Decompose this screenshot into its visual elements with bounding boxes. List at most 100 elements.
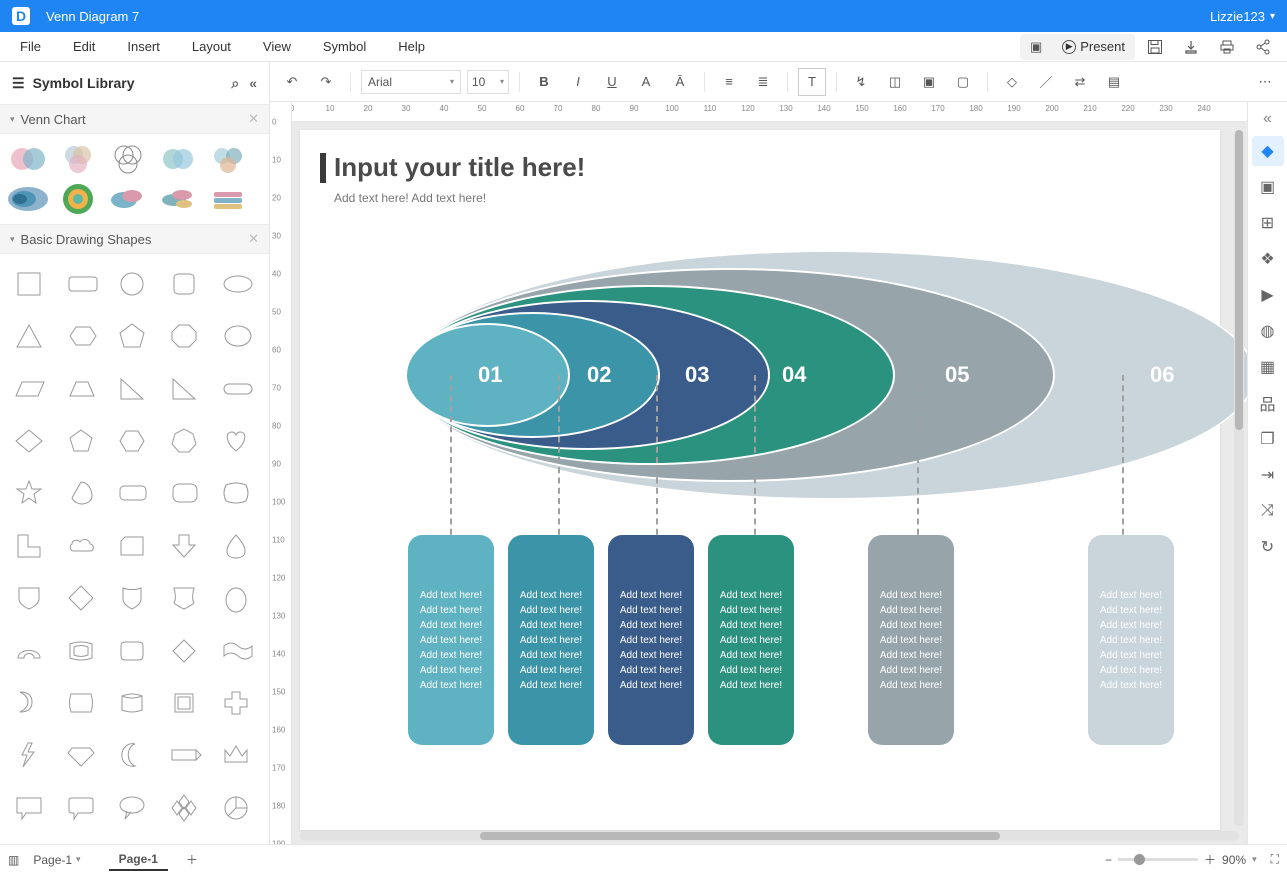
leader-line-2[interactable]	[558, 375, 560, 545]
underline-button[interactable]: U	[598, 68, 626, 96]
shape-crown[interactable]	[213, 733, 263, 777]
close-icon[interactable]: ✕	[248, 111, 259, 127]
zoom-out-button[interactable]: −	[1105, 853, 1112, 867]
send-back-button[interactable]: ▢	[949, 68, 977, 96]
rail-data-button[interactable]: ◍	[1252, 316, 1284, 346]
shape-rounded-box2[interactable]	[161, 471, 211, 515]
shape-trapezoid[interactable]	[58, 367, 108, 411]
shape-hexagon[interactable]	[110, 419, 160, 463]
shape-cloud[interactable]	[58, 524, 108, 568]
page-title[interactable]: Input your title here!	[334, 152, 585, 182]
slideshow-settings-button[interactable]: ▣	[1020, 34, 1052, 60]
menu-help[interactable]: Help	[386, 35, 437, 58]
search-icon[interactable]: ⌕	[231, 75, 239, 92]
shape-gem[interactable]	[58, 733, 108, 777]
shape-shield1[interactable]	[6, 576, 56, 620]
shape-plaque[interactable]	[110, 629, 160, 673]
shape-4diamond[interactable]	[161, 786, 211, 830]
font-size-select[interactable]: 10	[467, 70, 509, 94]
rail-tree-button[interactable]: 品	[1252, 388, 1284, 418]
undo-button[interactable]: ↶	[278, 68, 306, 96]
shape-speech-round[interactable]	[58, 786, 108, 830]
leader-line-6[interactable]	[1122, 375, 1124, 545]
ellipse-num-03[interactable]: 03	[685, 362, 709, 388]
horizontal-scrollbar[interactable]	[300, 831, 1239, 841]
venn-thumb-8[interactable]	[106, 182, 150, 216]
shape-teardrop[interactable]	[213, 524, 263, 568]
section-venn-chart[interactable]: Venn Chart ✕	[0, 104, 269, 134]
fullscreen-button[interactable]: ⛶	[1271, 852, 1279, 867]
shape-oval[interactable]	[213, 314, 263, 358]
ellipse-num-06[interactable]: 06	[1150, 362, 1174, 388]
group-button[interactable]: ▣	[915, 68, 943, 96]
shape-pillow[interactable]	[213, 471, 263, 515]
shape-l-shape[interactable]	[6, 524, 56, 568]
stacked-ellipses[interactable]: 01 02 03 04 05 06	[350, 250, 1190, 500]
export-button[interactable]	[1175, 34, 1207, 60]
venn-thumb-4[interactable]	[156, 142, 200, 176]
leader-line-1[interactable]	[450, 375, 452, 545]
shape-square[interactable]	[6, 262, 56, 306]
rail-layers-button[interactable]: ❖	[1252, 244, 1284, 274]
card-03[interactable]: Add text here! Add text here! Add text h…	[608, 535, 694, 745]
shape-pentagon2[interactable]	[58, 419, 108, 463]
shape-diamond3[interactable]	[161, 629, 211, 673]
rail-arrow-button[interactable]: ⇥	[1252, 460, 1284, 490]
line-spacing-button[interactable]: ≣	[749, 68, 777, 96]
card-04[interactable]: Add text here! Add text here! Add text h…	[708, 535, 794, 745]
venn-thumb-1[interactable]	[6, 142, 50, 176]
shape-hexagon-wide[interactable]	[58, 314, 108, 358]
collapse-rail-icon[interactable]: «	[1248, 108, 1287, 130]
venn-thumb-3[interactable]	[106, 142, 150, 176]
ellipse-num-05[interactable]: 05	[945, 362, 969, 388]
align-button[interactable]: ≡	[715, 68, 743, 96]
more-button[interactable]: ⋯	[1251, 68, 1279, 96]
shape-heptagon[interactable]	[161, 419, 211, 463]
bold-button[interactable]: B	[530, 68, 558, 96]
text-tool-button[interactable]: T	[798, 68, 826, 96]
shape-curve1[interactable]	[6, 681, 56, 725]
venn-thumb-2[interactable]	[56, 142, 100, 176]
page[interactable]: Input your title here! Add text here! Ad…	[300, 130, 1220, 830]
menu-view[interactable]: View	[251, 35, 303, 58]
shape-egg[interactable]	[213, 576, 263, 620]
line-color-button[interactable]: ／	[1032, 68, 1060, 96]
venn-thumb-10[interactable]	[206, 182, 250, 216]
shape-card[interactable]	[110, 524, 160, 568]
align-objects-button[interactable]: ◫	[881, 68, 909, 96]
add-page-button[interactable]: ＋	[182, 850, 202, 870]
shape-right-triangle[interactable]	[110, 367, 160, 411]
venn-thumb-5[interactable]	[206, 142, 250, 176]
shape-lightning[interactable]	[6, 733, 56, 777]
menu-insert[interactable]: Insert	[115, 35, 172, 58]
pages-panel-icon[interactable]: ▥	[8, 853, 19, 867]
menu-symbol[interactable]: Symbol	[311, 35, 378, 58]
italic-button[interactable]: I	[564, 68, 592, 96]
shape-arc[interactable]	[6, 629, 56, 673]
shape-circle[interactable]	[110, 262, 160, 306]
title-block[interactable]: Input your title here! Add text here! Ad…	[320, 152, 585, 205]
save-button[interactable]	[1139, 34, 1171, 60]
collapse-sidebar-icon[interactable]: «	[249, 75, 257, 92]
font-select[interactable]: Arial	[361, 70, 461, 94]
rail-history-button[interactable]: ↻	[1252, 532, 1284, 562]
fill-button[interactable]: ◇	[998, 68, 1026, 96]
venn-thumb-6[interactable]	[6, 182, 50, 216]
zoom-slider[interactable]	[1118, 858, 1198, 861]
connector-button[interactable]: ↯	[847, 68, 875, 96]
shape-plus[interactable]	[213, 681, 263, 725]
shape-parallelogram[interactable]	[6, 367, 56, 411]
zoom-in-button[interactable]: ＋	[1204, 851, 1216, 868]
user-menu[interactable]: Lizzie123	[1210, 9, 1275, 24]
share-button[interactable]	[1247, 34, 1279, 60]
redo-button[interactable]: ↷	[312, 68, 340, 96]
shape-banner[interactable]	[161, 733, 211, 777]
rail-clipboard-button[interactable]: ❐	[1252, 424, 1284, 454]
card-01[interactable]: Add text here! Add text here! Add text h…	[408, 535, 494, 745]
shape-triangle[interactable]	[6, 314, 56, 358]
leader-line-5[interactable]	[917, 375, 919, 545]
menu-layout[interactable]: Layout	[180, 35, 243, 58]
card-02[interactable]: Add text here! Add text here! Add text h…	[508, 535, 594, 745]
venn-thumb-9[interactable]	[156, 182, 200, 216]
shape-right-triangle-2[interactable]	[161, 367, 211, 411]
